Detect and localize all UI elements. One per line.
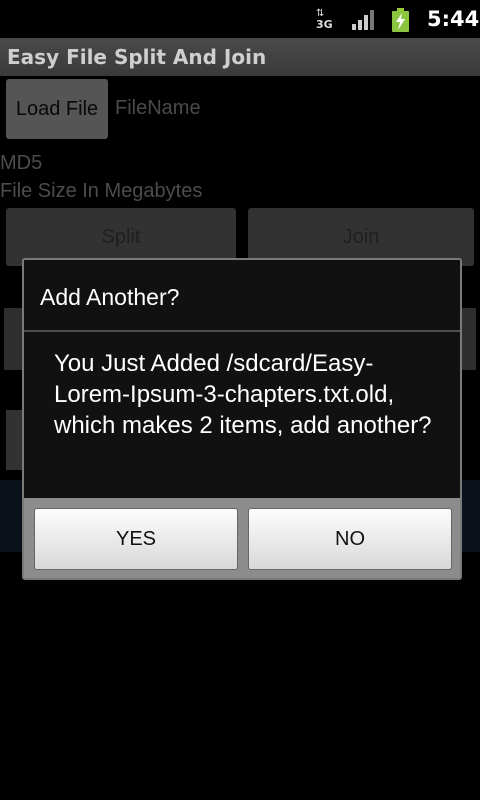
signal-icon — [352, 10, 376, 30]
dialog-title: Add Another? — [40, 284, 180, 310]
app-title-bar: Easy File Split And Join — [0, 38, 480, 76]
no-button[interactable]: NO — [248, 508, 452, 570]
status-bar: ⇅ 3G 5:44 — [0, 0, 480, 38]
clock: 5:44 — [427, 7, 480, 31]
network-3g-icon: ⇅ 3G — [316, 8, 333, 31]
yes-button[interactable]: YES — [34, 508, 238, 570]
dialog-message: You Just Added /sdcard/Easy-Lorem-Ipsum-… — [54, 350, 432, 439]
app-title: Easy File Split And Join — [7, 45, 267, 69]
battery-charging-icon — [392, 8, 409, 32]
network-type-label: 3G — [316, 18, 333, 31]
add-another-dialog: Add Another? You Just Added /sdcard/Easy… — [22, 258, 462, 580]
dialog-divider — [24, 330, 460, 332]
